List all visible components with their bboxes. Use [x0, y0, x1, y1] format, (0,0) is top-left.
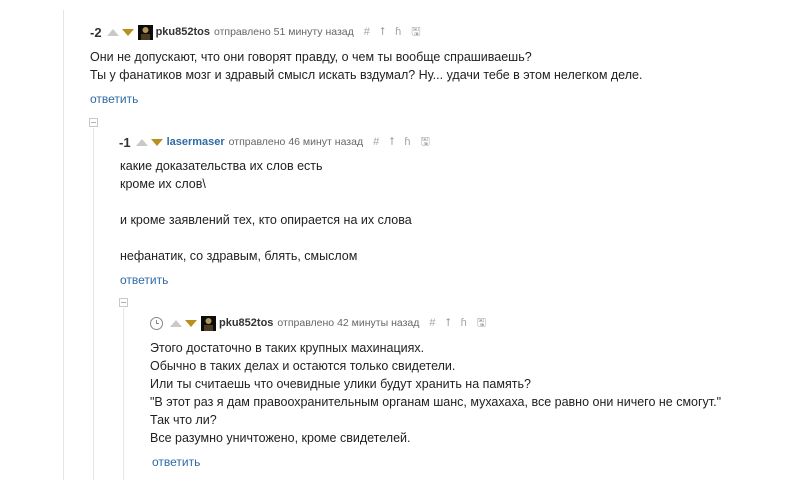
collapse-toggle[interactable]: [89, 118, 98, 127]
reply-link[interactable]: ответить: [120, 273, 168, 287]
parent-comment-icon[interactable]: ⭡: [389, 136, 394, 149]
thread-line-3: [123, 308, 124, 480]
comment-text-line: Все разумно уничтожено, кроме свидетелей…: [150, 431, 411, 445]
comment-body: Этого достаточно в таких крупных махинац…: [150, 339, 721, 447]
permalink-icon[interactable]: #: [429, 317, 435, 329]
comment-text-line: "В этот раз я дам правоохранительным орг…: [150, 395, 722, 409]
downvote-icon[interactable]: [150, 138, 163, 146]
upvote-icon[interactable]: [170, 319, 182, 327]
comment-rating: -2: [90, 24, 102, 40]
save-comment-icon[interactable]: 🖫: [421, 133, 430, 152]
comment-text-line: кроме их слов\: [120, 177, 206, 191]
downvote-icon[interactable]: [121, 28, 134, 36]
comment-header: -1 lasermaser отправлено 46 минут назад …: [119, 133, 440, 151]
reply-link[interactable]: ответить: [90, 92, 138, 106]
comment-tools: # ⭡ ɦ 🖫: [429, 314, 496, 333]
permalink-icon[interactable]: #: [373, 136, 379, 148]
parent-comment-icon[interactable]: ⭡: [380, 26, 385, 39]
reply-link[interactable]: ответить: [152, 455, 200, 469]
thread-icon[interactable]: ɦ: [395, 26, 401, 38]
comment-timestamp: отправлено 42 минуты назад: [277, 317, 420, 329]
upvote-icon[interactable]: [106, 28, 119, 36]
comment-username[interactable]: pku852tos: [219, 317, 273, 329]
collapse-toggle[interactable]: [119, 298, 128, 307]
comment-username[interactable]: lasermaser: [167, 136, 225, 148]
thread-line-2: [93, 128, 94, 480]
thread-line-1: [63, 10, 64, 480]
upvote-icon[interactable]: [135, 138, 148, 146]
thread-icon[interactable]: ɦ: [404, 136, 410, 148]
comment-text-line: какие доказательства их слов есть: [120, 159, 323, 173]
comment-text-line: нефанатик, со здравым, блять, смыслом: [120, 249, 358, 263]
comment-body: какие доказательства их слов есть кроме …: [120, 157, 412, 265]
save-comment-icon[interactable]: 🖫: [411, 23, 420, 42]
save-comment-icon[interactable]: 🖫: [477, 314, 486, 333]
comment-text-line: Обычно в таких делах и остаются только с…: [150, 359, 456, 373]
comment-text-line: Ты у фанатиков мозг и здравый смысл иска…: [90, 68, 643, 82]
comment-username[interactable]: pku852tos: [156, 26, 210, 38]
comment-body: Они не допускают, что они говорят правду…: [90, 48, 642, 84]
comment-rating: -1: [119, 134, 131, 150]
comment-tools: # ⭡ ɦ 🖫: [364, 23, 431, 42]
comment-text-line: Или ты считаешь что очевидные улики буду…: [150, 377, 531, 391]
clock-icon: [150, 316, 163, 330]
downvote-icon[interactable]: [185, 319, 197, 327]
thread-icon[interactable]: ɦ: [461, 317, 467, 329]
comment-timestamp: отправлено 51 минуту назад: [213, 26, 354, 38]
comment-header: -2 pku852tos отправлено 51 минуту назад …: [90, 23, 431, 41]
comment-text-line: и кроме заявлений тех, кто опирается на …: [120, 213, 412, 227]
comment-text-line: Они не допускают, что они говорят правду…: [90, 50, 532, 64]
parent-comment-icon[interactable]: ⭡: [446, 317, 451, 330]
comment-header: pku852tos отправлено 42 минуты назад # ⭡…: [150, 314, 496, 332]
permalink-icon[interactable]: #: [364, 26, 370, 38]
avatar[interactable]: [201, 315, 216, 331]
comment-text-line: Так что ли?: [150, 413, 217, 427]
avatar[interactable]: [137, 24, 153, 40]
comment-text-line: Этого достаточно в таких крупных махинац…: [150, 341, 425, 355]
comment-tools: # ⭡ ɦ 🖫: [373, 133, 440, 152]
comment-timestamp: отправлено 46 минут назад: [228, 136, 364, 148]
